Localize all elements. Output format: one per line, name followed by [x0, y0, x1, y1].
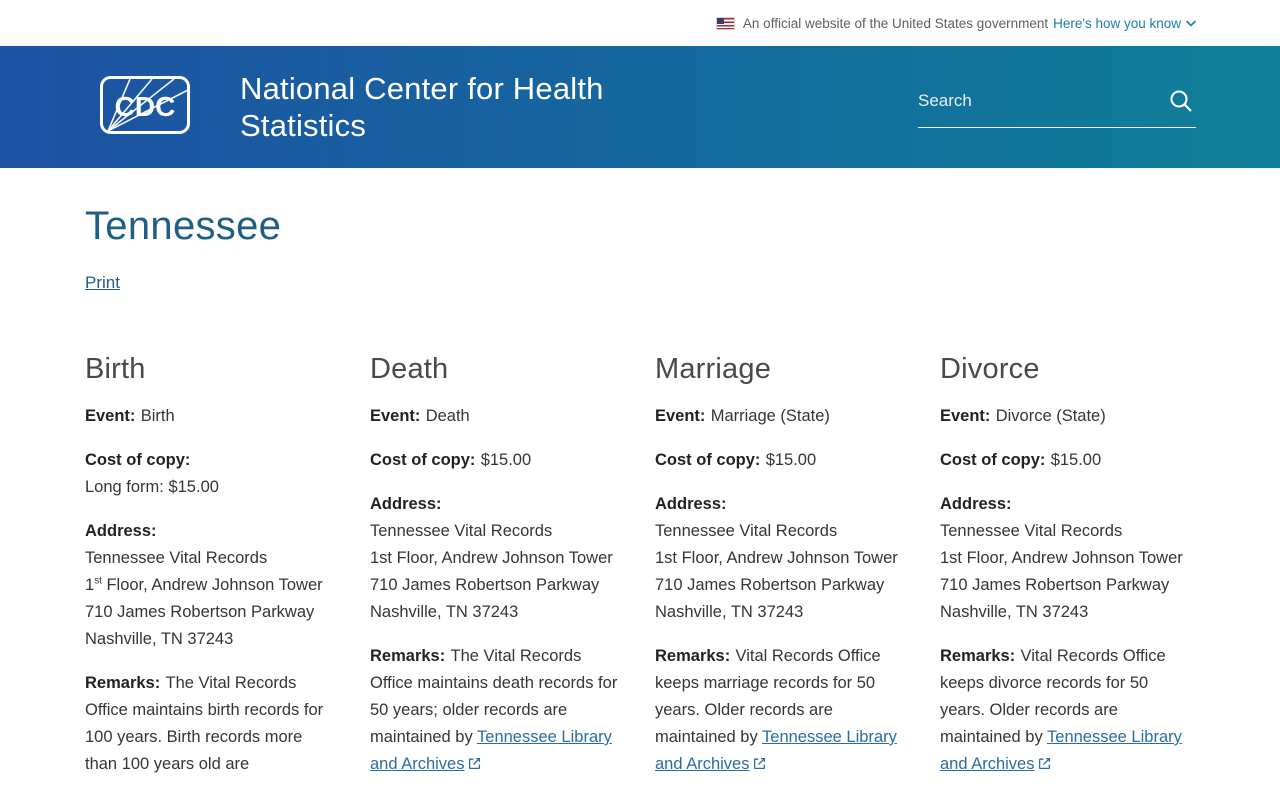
event-label: Event:: [370, 407, 421, 425]
address-line: 710 James Robertson Parkway: [370, 576, 600, 594]
site-title: National Center for Health Statistics: [240, 71, 604, 143]
address-line: 1st Floor, Andrew Johnson Tower: [940, 549, 1183, 567]
external-link-icon: [469, 757, 481, 770]
event-value: Death: [425, 407, 470, 425]
address-line: Nashville, TN 37243: [85, 630, 234, 648]
address-line: Nashville, TN 37243: [940, 603, 1089, 621]
address-line: Tennessee Vital Records: [655, 522, 838, 540]
remarks-label: Remarks:: [940, 647, 1016, 665]
section-heading-death: Death: [370, 353, 449, 385]
heres-how-you-know-label: Here's how you know: [1053, 15, 1181, 31]
address-line: Nashville, TN 37243: [655, 603, 804, 621]
address-line: Tennessee Vital Records: [940, 522, 1123, 540]
official-website-text: An official website of the United States…: [742, 15, 1049, 31]
address-label: Address:: [370, 495, 442, 513]
heres-how-you-know-link[interactable]: Here's how you know: [1053, 16, 1196, 31]
address-line: 1st Floor, Andrew Johnson Tower: [655, 549, 898, 567]
address-field: Address: Tennessee Vital Records 1st Flo…: [370, 491, 620, 626]
remarks-field: Remarks: The Vital Records Office maintai…: [370, 643, 620, 778]
record-section-birth: Birth Event: Birth Cost of copy: Long for…: [85, 353, 335, 795]
external-link-icon: [1039, 757, 1051, 770]
search-area: [918, 86, 1196, 128]
cdc-logo-icon: CDC: [100, 75, 190, 134]
event-field: Event: Birth: [85, 403, 335, 430]
main-content: Tennessee Print Birth Event: Birth Cost o…: [0, 204, 1280, 795]
record-section-divorce: Divorce Event: Divorce (State) Cost of co…: [940, 353, 1190, 795]
section-heading-divorce: Divorce: [940, 353, 1040, 385]
address-line: 710 James Robertson Parkway: [940, 576, 1170, 594]
event-label: Event:: [85, 407, 136, 425]
usa-gov-banner: An official website of the United States…: [0, 0, 1280, 46]
cost-label: Cost of copy:: [655, 451, 761, 469]
cost-label: Cost of copy:: [940, 451, 1046, 469]
address-line: 710 James Robertson Parkway: [655, 576, 885, 594]
cost-field: Cost of copy: $15.00: [370, 447, 620, 474]
cost-field: Cost of copy: $15.00: [655, 447, 905, 474]
address-line: 710 James Robertson Parkway: [85, 603, 315, 621]
event-field: Event: Death: [370, 403, 620, 430]
remarks-field: Remarks: The Vital Records Office maintai…: [85, 670, 335, 778]
section-heading-birth: Birth: [85, 353, 146, 385]
remarks-label: Remarks:: [655, 647, 731, 665]
record-columns: Birth Event: Birth Cost of copy: Long for…: [85, 353, 1195, 795]
search-input[interactable]: [918, 86, 1166, 115]
address-field: Address: Tennessee Vital Records 1st Flo…: [655, 491, 905, 626]
event-label: Event:: [655, 407, 706, 425]
search-button[interactable]: [1166, 88, 1196, 114]
address-label: Address:: [655, 495, 727, 513]
address-label: Address:: [940, 495, 1012, 513]
cost-value: $15.00: [1050, 451, 1102, 469]
address-line: Tennessee Vital Records: [370, 522, 553, 540]
address-line: 1st Floor, Andrew Johnson Tower: [370, 549, 613, 567]
cost-value: Long form: $15.00: [85, 478, 219, 496]
remarks-label: Remarks:: [370, 647, 446, 665]
us-flag-icon: [715, 16, 735, 30]
remarks-label: Remarks:: [85, 674, 161, 692]
remarks-field: Remarks: Vital Records Office keeps marri…: [655, 643, 905, 778]
print-link[interactable]: Print: [85, 273, 120, 293]
remarks-field: Remarks: Vital Records Office keeps divor…: [940, 643, 1190, 778]
cost-label: Cost of copy:: [85, 451, 191, 469]
event-value: Birth: [140, 407, 175, 425]
event-label: Event:: [940, 407, 991, 425]
event-value: Marriage (State): [710, 407, 830, 425]
cost-field: Cost of copy: Long form: $15.00: [85, 447, 335, 501]
cdc-logo[interactable]: CDC: [100, 75, 190, 139]
address-field: Address: Tennessee Vital Records 1st Flo…: [940, 491, 1190, 626]
page-title: Tennessee: [85, 204, 282, 248]
cost-value: $15.00: [765, 451, 817, 469]
record-section-marriage: Marriage Event: Marriage (State) Cost of …: [655, 353, 905, 795]
address-line: 1st Floor, Andrew Johnson Tower: [85, 575, 323, 594]
address-line: Nashville, TN 37243: [370, 603, 519, 621]
cost-label: Cost of copy:: [370, 451, 476, 469]
event-value: Divorce (State): [995, 407, 1106, 425]
svg-text:CDC: CDC: [115, 91, 176, 122]
section-heading-marriage: Marriage: [655, 353, 772, 385]
external-link-icon: [754, 757, 766, 770]
address-line: Tennessee Vital Records: [85, 549, 268, 567]
address-label: Address:: [85, 522, 157, 540]
address-field: Address: Tennessee Vital Records 1st Flo…: [85, 518, 335, 653]
cost-field: Cost of copy: $15.00: [940, 447, 1190, 474]
chevron-down-icon: [1186, 20, 1196, 27]
search-icon: [1170, 89, 1192, 112]
cost-value: $15.00: [480, 451, 532, 469]
event-field: Event: Marriage (State): [655, 403, 905, 430]
site-header: CDC National Center for Health Statistic…: [0, 46, 1280, 168]
record-section-death: Death Event: Death Cost of copy: $15.00 Ad…: [370, 353, 620, 795]
event-field: Event: Divorce (State): [940, 403, 1190, 430]
